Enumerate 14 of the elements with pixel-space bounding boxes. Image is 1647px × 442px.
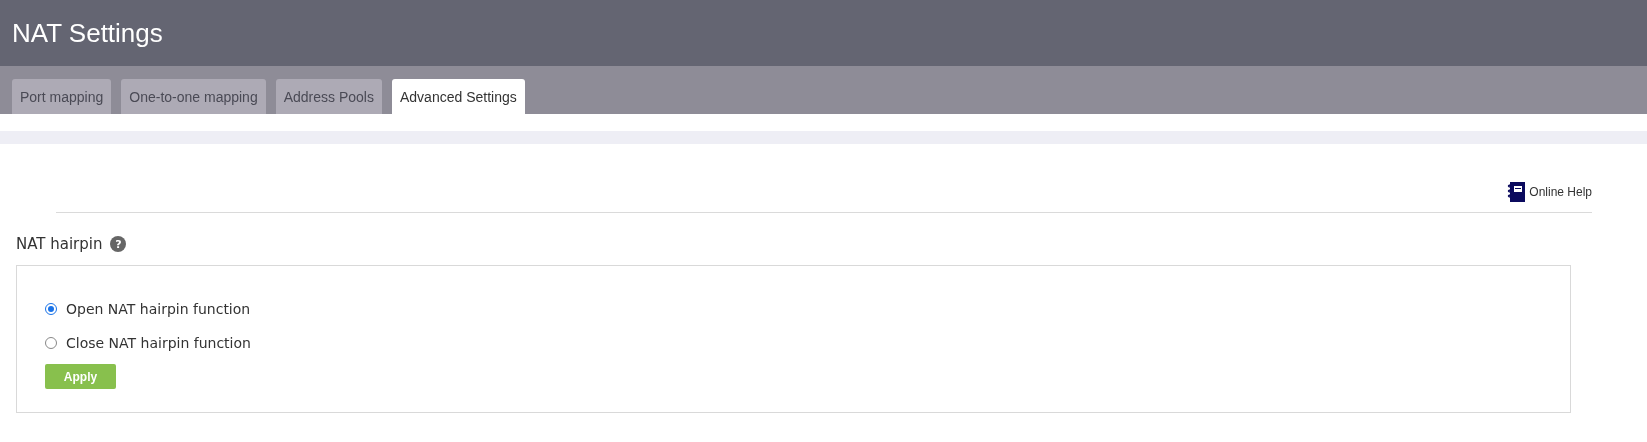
tab[interactable]: Advanced Settings [392, 79, 525, 114]
section-title: NAT hairpin [16, 235, 103, 253]
tab[interactable]: Port mapping [12, 79, 112, 114]
tab[interactable]: One-to-one mapping [121, 79, 266, 114]
radio-label: Close NAT hairpin function [66, 335, 251, 351]
radio-button[interactable] [45, 303, 57, 315]
radio-button[interactable] [45, 337, 57, 349]
help-icon[interactable]: ? [110, 236, 127, 252]
tab[interactable]: Address Pools [275, 79, 382, 114]
notebook-icon[interactable] [1507, 182, 1526, 202]
online-help-link[interactable]: Online Help [1529, 185, 1592, 199]
page-title: NAT Settings [12, 17, 163, 49]
radio-label: Open NAT hairpin function [66, 301, 251, 317]
apply-button[interactable]: Apply [45, 364, 116, 389]
